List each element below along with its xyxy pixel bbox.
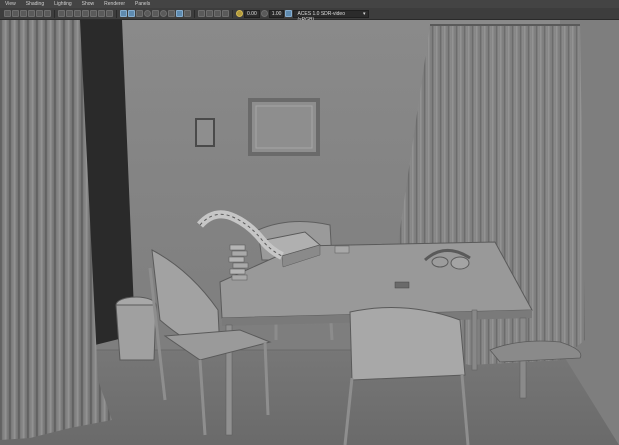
maya-viewport-panel: View Shading Lighting Show Renderer Pane…: [0, 0, 619, 445]
camera-attributes-icon[interactable]: [12, 10, 19, 17]
gate-mask-icon[interactable]: [82, 10, 89, 17]
shadows-icon[interactable]: [160, 10, 167, 17]
menu-view[interactable]: View: [5, 0, 16, 8]
toolbar-separator: [194, 9, 195, 18]
x-ray-icon[interactable]: [206, 10, 213, 17]
safe-action-icon[interactable]: [98, 10, 105, 17]
view-transform-select[interactable]: ACES 1.0 SDR-video (sRGB) ▾: [293, 9, 370, 23]
default-material-icon[interactable]: [136, 10, 143, 17]
exposure-field[interactable]: 0.00: [244, 9, 260, 18]
panel-menu-bar: View Shading Lighting Show Renderer Pane…: [0, 0, 619, 8]
gamma-field[interactable]: 1.00: [268, 9, 285, 18]
menu-panels[interactable]: Panels: [135, 0, 150, 8]
menu-lighting[interactable]: Lighting: [54, 0, 72, 8]
anti-aliasing-icon[interactable]: [176, 10, 183, 17]
exposure-icon[interactable]: [236, 10, 243, 17]
bookmark-icon[interactable]: [20, 10, 27, 17]
view-transform-label: ACES 1.0 SDR-video (sRGB): [297, 10, 345, 23]
chevron-down-icon: ▾: [362, 10, 366, 17]
textured-icon[interactable]: [144, 10, 151, 17]
smooth-shade-icon[interactable]: [128, 10, 135, 17]
depth-of-field-icon[interactable]: [184, 10, 191, 17]
lights-icon[interactable]: [152, 10, 159, 17]
safe-title-icon[interactable]: [106, 10, 113, 17]
small-picture-frame: [195, 118, 215, 147]
film-gate-icon[interactable]: [66, 10, 73, 17]
x-ray-components-icon[interactable]: [222, 10, 229, 17]
menu-show[interactable]: Show: [82, 0, 95, 8]
panel-toolbar: 0.00 1.00 ACES 1.0 SDR-video (sRGB) ▾: [0, 8, 619, 23]
menu-renderer[interactable]: Renderer: [104, 0, 125, 8]
x-ray-joints-icon[interactable]: [214, 10, 221, 17]
large-picture-frame: [248, 98, 320, 156]
isolate-select-icon[interactable]: [198, 10, 205, 17]
grid-icon[interactable]: [58, 10, 65, 17]
field-chart-icon[interactable]: [90, 10, 97, 17]
toolbar-separator: [232, 9, 233, 18]
gamma-icon[interactable]: [260, 10, 268, 17]
select-camera-icon[interactable]: [4, 10, 11, 17]
resolution-gate-icon[interactable]: [74, 10, 81, 17]
color-management-icon[interactable]: [285, 10, 293, 17]
table-leg: [471, 309, 478, 371]
scene-render: [0, 20, 619, 445]
two-d-pan-zoom-icon[interactable]: [36, 10, 43, 17]
menu-shading[interactable]: Shading: [26, 0, 44, 8]
grease-pencil-icon[interactable]: [44, 10, 51, 17]
phone-on-table: [394, 281, 410, 289]
toolbar-separator: [54, 9, 55, 18]
wireframe-icon[interactable]: [120, 10, 127, 17]
ambient-occlusion-icon[interactable]: [168, 10, 175, 17]
toolbar-separator: [116, 9, 117, 18]
3d-viewport[interactable]: [0, 20, 619, 445]
image-plane-icon[interactable]: [28, 10, 35, 17]
